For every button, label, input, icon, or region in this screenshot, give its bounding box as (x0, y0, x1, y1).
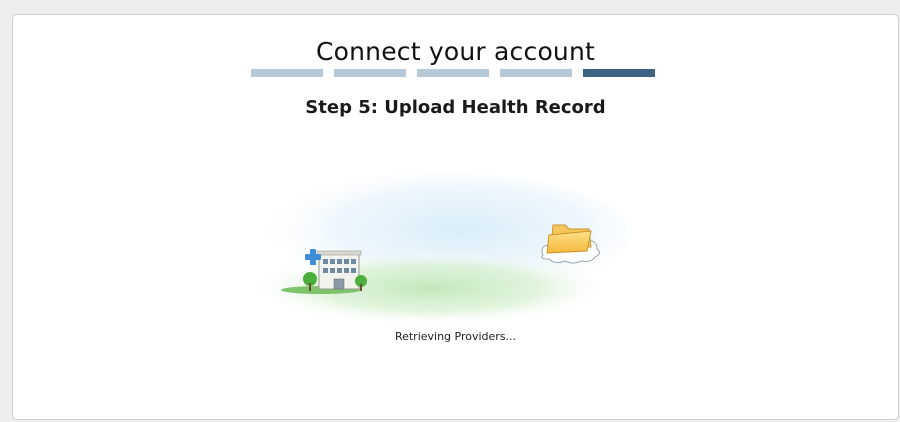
upload-illustration (246, 173, 631, 323)
progress-step-4 (500, 69, 572, 77)
progress-step-1 (251, 69, 323, 77)
page-title: Connect your account (315, 37, 596, 66)
progress-step-2 (334, 69, 406, 77)
connect-account-panel: Connect your account Step 5: Upload Heal… (12, 14, 899, 420)
step-title: Step 5: Upload Health Record (305, 97, 606, 118)
step-progress-indicator (251, 69, 655, 77)
progress-step-5 (583, 69, 655, 77)
status-message: Retrieving Providers... (394, 330, 517, 343)
progress-step-3 (417, 69, 489, 77)
